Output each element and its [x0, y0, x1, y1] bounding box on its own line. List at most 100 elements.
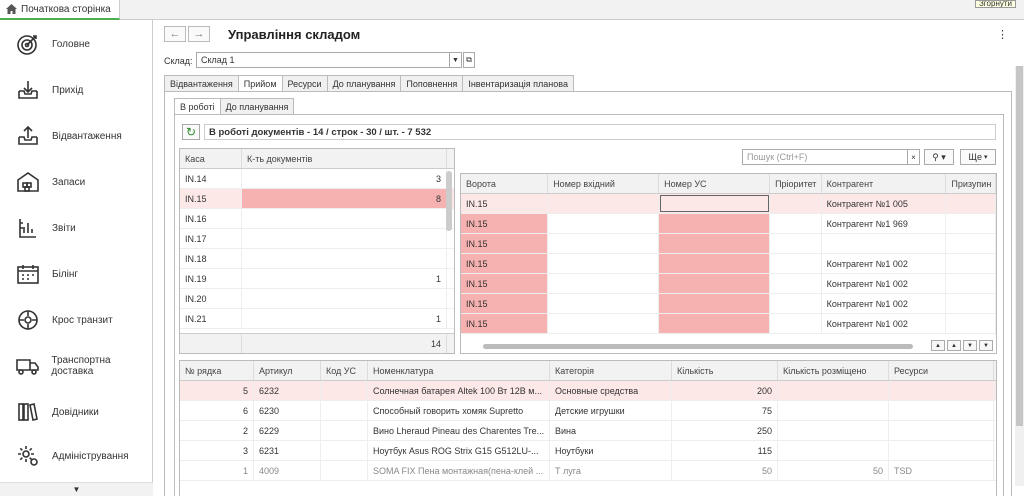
table-row[interactable]: IN.15	[461, 234, 996, 254]
search-button[interactable]: ⚲ ▾	[924, 149, 954, 165]
next-page-icon[interactable]: ▼	[963, 340, 977, 351]
col-header[interactable]: Каса	[180, 149, 242, 168]
col-header[interactable]: № рядка	[180, 361, 254, 380]
grid-footer: 14	[180, 333, 454, 353]
table-row[interactable]: IN.15 Контрагент №1 002	[461, 274, 996, 294]
cell	[242, 249, 447, 268]
horizontal-scrollbar[interactable]	[483, 344, 913, 349]
cell	[889, 441, 994, 460]
table-row[interactable]: 3 6231 Ноутбук Asus ROG Strix G15 G512LU-.…	[180, 441, 996, 461]
cell: 200	[672, 381, 778, 400]
home-tab[interactable]: Початкова сторінка	[0, 0, 120, 20]
cell: Контрагент №1 002	[822, 314, 947, 333]
table-row[interactable]: IN.15 Контрагент №1 002	[461, 314, 996, 334]
sidebar-item-main[interactable]: Головне	[0, 24, 153, 64]
summary-text: В роботі документів - 14 / строк - 30 / …	[204, 124, 996, 140]
cell	[778, 421, 889, 440]
col-header[interactable]: Номер вхідний	[548, 174, 660, 193]
tab-shipment[interactable]: Відвантаження	[164, 75, 238, 92]
cell: Т луга	[550, 461, 672, 480]
cell[interactable]	[659, 194, 771, 213]
table-row[interactable]: IN.18	[180, 249, 454, 269]
sidebar-scroll-down-button[interactable]: ▼	[0, 482, 153, 496]
table-row[interactable]: IN.15 Контрагент №1 969	[461, 214, 996, 234]
sidebar-item-billing[interactable]: Білінг	[0, 254, 153, 294]
total-count: 14	[242, 334, 447, 353]
tab-receiving[interactable]: Прийом	[237, 75, 282, 92]
col-header[interactable]: Кількість розміщено	[778, 361, 889, 380]
subtab-to-planning[interactable]: До планування	[219, 98, 295, 115]
main-scrollbar[interactable]	[1015, 66, 1024, 486]
cell: 50	[672, 461, 778, 480]
cell: 75	[672, 401, 778, 420]
search-input[interactable]: Пошук (Ctrl+F)	[742, 149, 908, 165]
sidebar-item-delivery[interactable]: Транспортна доставка	[0, 346, 153, 386]
table-row[interactable]: IN.21 1	[180, 309, 454, 329]
col-header[interactable]: Ворота	[461, 174, 549, 193]
refresh-button[interactable]: ↻	[182, 124, 200, 140]
subtab-in-work[interactable]: В роботі	[174, 98, 220, 115]
sidebar-item-incoming[interactable]: Прихід	[0, 70, 153, 110]
warehouse-select[interactable]: Склад 1	[196, 52, 450, 68]
prev-page-icon[interactable]: ▲	[947, 340, 961, 351]
open-link-icon[interactable]: ⧉	[463, 52, 475, 68]
col-header[interactable]: Код УС	[321, 361, 368, 380]
sidebar-item-catalogs[interactable]: Довідники	[0, 392, 153, 432]
col-header[interactable]: Кількість	[672, 361, 778, 380]
tab-resources[interactable]: Ресурси	[281, 75, 327, 92]
cell	[548, 194, 660, 213]
chevron-down-icon[interactable]: ▼	[450, 52, 462, 68]
sidebar-item-shipment[interactable]: Відвантаження	[0, 116, 153, 156]
cell	[770, 234, 822, 253]
table-row[interactable]: 5 6232 Солнечная батарея Altek 100 Вт 12В …	[180, 381, 996, 401]
table-row[interactable]: 1 4009 SOMA FIX Пена монтажная(пена-клей .…	[180, 461, 996, 481]
back-button[interactable]: ←	[164, 26, 186, 42]
col-header[interactable]: Призупин	[946, 174, 996, 193]
col-header[interactable]: Категорія	[550, 361, 672, 380]
vertical-scrollbar[interactable]	[446, 171, 452, 231]
home-icon	[6, 4, 17, 14]
first-page-icon[interactable]: ▲	[931, 340, 945, 351]
col-header[interactable]: К-ть документів	[242, 149, 447, 168]
last-page-icon[interactable]: ▼	[979, 340, 993, 351]
table-row[interactable]: IN.19 1	[180, 269, 454, 289]
top-bar: Початкова сторінка Згорнути	[0, 0, 1024, 20]
tab-inventory[interactable]: Інвентаризація планова	[462, 75, 574, 92]
col-header[interactable]: Ресурси	[889, 361, 994, 380]
table-row[interactable]: IN.15 Контрагент №1 002	[461, 254, 996, 274]
sidebar-item-cross-transit[interactable]: Крос транзит	[0, 300, 153, 340]
tab-to-planning[interactable]: До планування	[326, 75, 401, 92]
tab-replenishment[interactable]: Поповнення	[400, 75, 463, 92]
sidebar-item-admin[interactable]: Адміністрування	[0, 436, 153, 476]
close-icon[interactable]: ×	[908, 149, 920, 165]
col-header[interactable]: Номер УС	[659, 174, 771, 193]
sidebar-item-stock[interactable]: Запаси	[0, 162, 153, 202]
table-row[interactable]: IN.15 Контрагент №1 005	[461, 194, 996, 214]
cell	[770, 194, 822, 213]
table-row[interactable]: IN.14 3	[180, 169, 454, 189]
sidebar-item-label: Головне	[52, 38, 90, 50]
more-menu-icon[interactable]: ⋮	[997, 28, 1008, 41]
forward-button[interactable]: →	[188, 26, 210, 42]
table-row[interactable]: 2 6229 Вино Lheraud Pineau des Charentes T…	[180, 421, 996, 441]
more-button[interactable]: Ще ▾	[960, 149, 996, 165]
cell	[659, 254, 771, 273]
table-row[interactable]: IN.16	[180, 209, 454, 229]
table-row[interactable]: IN.15 Контрагент №1 002	[461, 294, 996, 314]
table-row[interactable]: IN.20	[180, 289, 454, 309]
col-header[interactable]: Пріоритет	[770, 174, 822, 193]
books-icon	[14, 398, 42, 426]
chevron-down-icon: ▾	[983, 154, 988, 161]
table-row[interactable]: 6 6230 Способный говорить хомяк Supretto Де…	[180, 401, 996, 421]
sidebar: Головне Прихід Відвантаження Запаси Звіт…	[0, 20, 153, 496]
sidebar-item-reports[interactable]: Звіти	[0, 208, 153, 248]
cell: IN.15	[461, 294, 549, 313]
main-panel: ← → Управління складом ⋮ Склад: Склад 1 …	[154, 20, 1024, 496]
table-row[interactable]: IN.15 8	[180, 189, 454, 209]
table-row[interactable]: IN.17	[180, 229, 454, 249]
target-icon	[14, 30, 42, 58]
col-header[interactable]: Контрагент	[822, 174, 947, 193]
col-header[interactable]: Номенклатура	[368, 361, 550, 380]
col-header[interactable]: Артикул	[254, 361, 321, 380]
cell	[946, 234, 996, 253]
